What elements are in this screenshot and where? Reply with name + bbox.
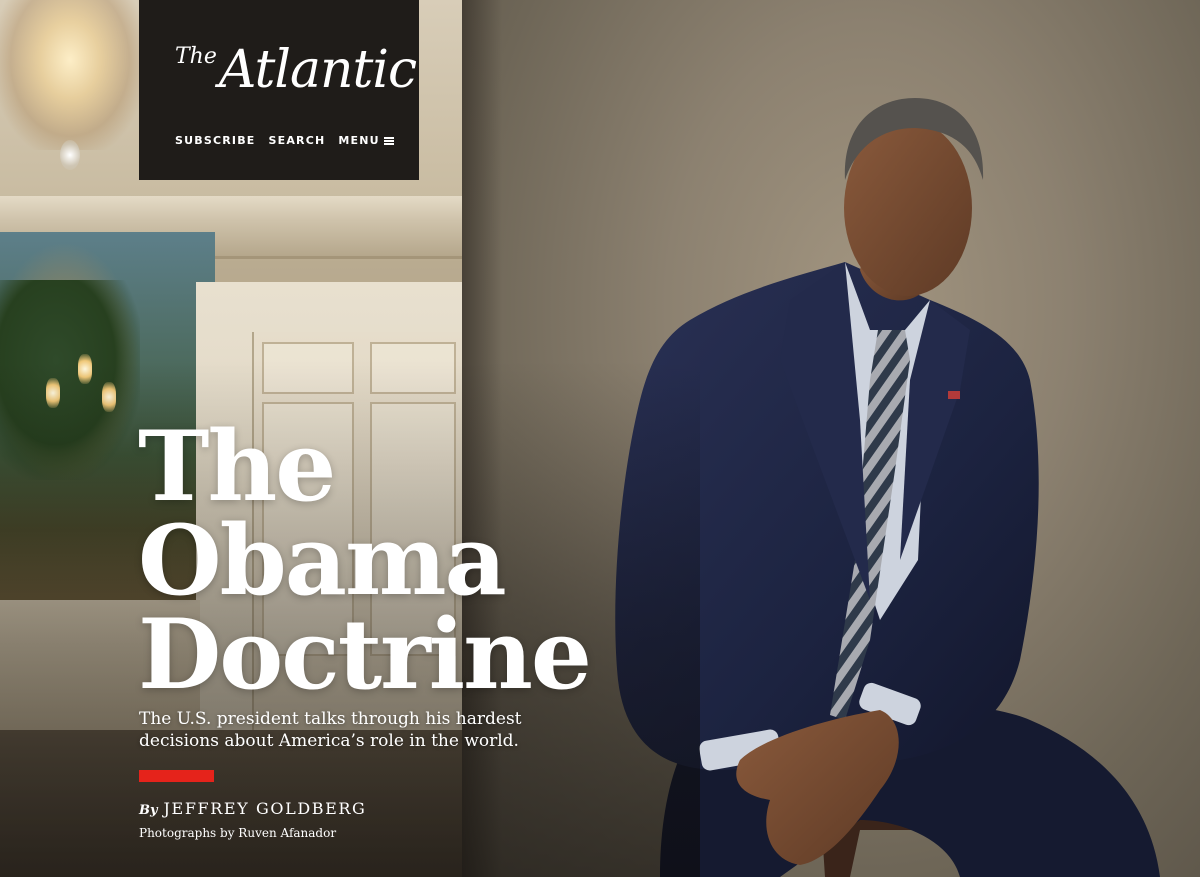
accent-rule: [139, 770, 214, 782]
top-nav: SUBSCRIBE SEARCH MENU: [175, 134, 394, 147]
article-page: TheAtlantic SUBSCRIBE SEARCH MENU The Ob…: [0, 0, 1200, 877]
byline: By JEFFREY GOLDBERG: [139, 799, 366, 818]
article-dek: The U.S. president talks through his har…: [139, 709, 522, 751]
photo-credit: Photographs by Ruven Afanador: [139, 826, 337, 840]
hamburger-icon: [383, 136, 394, 145]
headline-line-2: Obama: [138, 504, 507, 617]
logo-name: Atlantic: [218, 40, 417, 100]
menu-button[interactable]: MENU: [338, 134, 394, 147]
headline-line-1: The: [138, 410, 336, 523]
subscribe-link[interactable]: SUBSCRIBE: [175, 134, 256, 147]
site-logo[interactable]: TheAtlantic: [175, 44, 417, 96]
masthead: TheAtlantic SUBSCRIBE SEARCH MENU: [139, 0, 419, 180]
menu-label: MENU: [338, 134, 380, 147]
author-link[interactable]: JEFFREY GOLDBERG: [164, 799, 367, 818]
search-link[interactable]: SEARCH: [269, 134, 326, 147]
chandelier-drop: [60, 140, 80, 170]
article-headline: The Obama Doctrine: [138, 410, 592, 711]
chandelier: [0, 0, 140, 150]
headline-line-3: Doctrine: [138, 598, 592, 711]
byline-prefix: By: [139, 803, 158, 818]
logo-prefix: The: [175, 44, 217, 69]
